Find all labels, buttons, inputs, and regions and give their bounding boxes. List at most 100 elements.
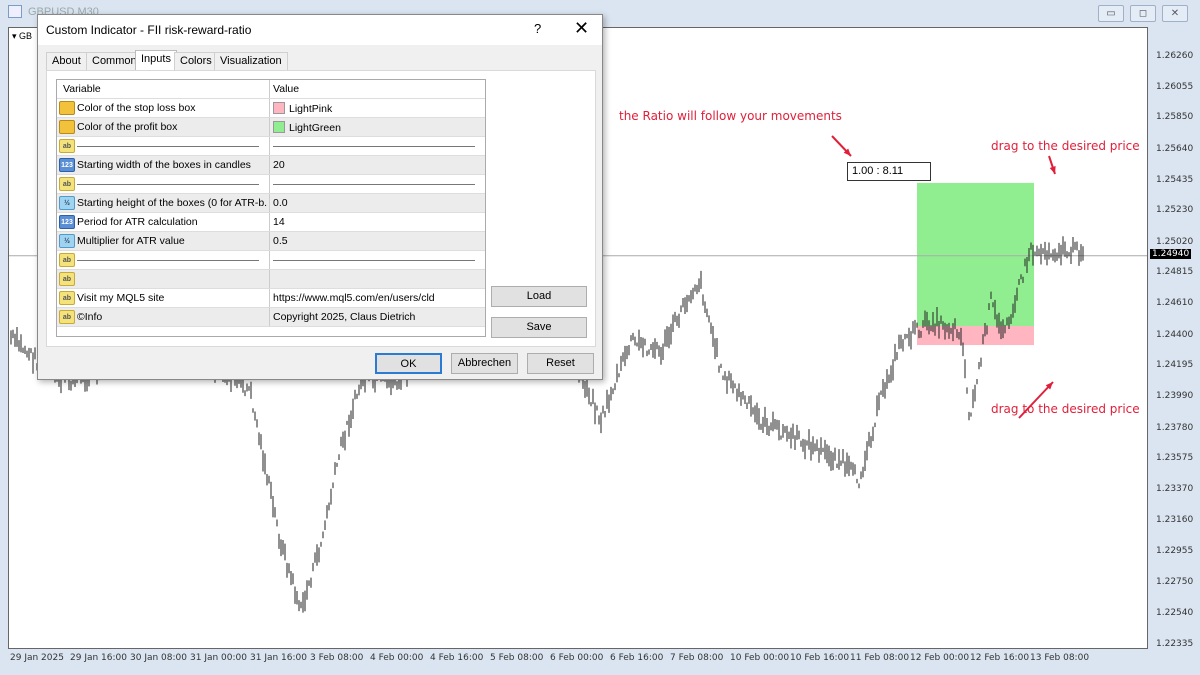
tab-visualization[interactable]: Visualization — [214, 52, 288, 70]
time-tick: 13 Feb 08:00 — [1030, 653, 1090, 663]
price-tick: 1.25640 — [1156, 143, 1194, 154]
color-type-icon — [59, 120, 75, 134]
time-tick: 4 Feb 16:00 — [430, 653, 484, 663]
time-tick: 10 Feb 00:00 — [730, 653, 790, 663]
price-tick: 1.26055 — [1156, 81, 1194, 92]
int-type-icon: 123 — [59, 158, 75, 172]
variable-value[interactable]: 20 — [273, 159, 483, 171]
load-button[interactable]: Load — [491, 286, 587, 307]
time-tick: 5 Feb 08:00 — [490, 653, 544, 663]
time-tick: 7 Feb 08:00 — [670, 653, 724, 663]
value-text: 20 — [273, 159, 285, 171]
close-dialog-button[interactable]: ✕ — [574, 18, 589, 39]
time-tick: 6 Feb 00:00 — [550, 653, 604, 663]
variable-name: ©Info — [77, 311, 103, 323]
inputs-grid: Variable Value Color of the stop loss bo… — [56, 79, 486, 337]
variable-name: Color of the stop loss box — [77, 102, 196, 114]
time-tick: 10 Feb 16:00 — [790, 653, 850, 663]
price-tick: 1.23575 — [1156, 453, 1194, 464]
separator-line — [77, 178, 267, 185]
value-text: https://www.mql5.com/en/users/cld — [273, 292, 435, 304]
drag-bottom-annotation: drag to the desired price — [991, 402, 1140, 416]
price-tick: 1.22750 — [1156, 576, 1194, 587]
cancel-button[interactable]: Abbrechen — [451, 353, 518, 374]
price-tick: 1.25435 — [1156, 174, 1194, 185]
price-tick: 1.25230 — [1156, 205, 1194, 216]
value-text: LightPink — [289, 103, 333, 115]
time-tick: 4 Feb 00:00 — [370, 653, 424, 663]
close-window-button[interactable]: ✕ — [1162, 5, 1188, 22]
price-tick: 1.22955 — [1156, 546, 1194, 557]
price-tick: 1.22540 — [1156, 608, 1194, 619]
input-row[interactable]: ab — [57, 175, 485, 194]
reset-button[interactable]: Reset — [527, 353, 594, 374]
price-tick: 1.24195 — [1156, 360, 1194, 371]
variable-name: Period for ATR calculation — [77, 216, 198, 228]
variable-value[interactable]: Copyright 2025, Claus Dietrich — [273, 311, 483, 323]
price-tick: 1.24815 — [1156, 267, 1194, 278]
input-row[interactable]: ½ Starting height of the boxes (0 for ATR… — [57, 194, 485, 213]
value-text: 14 — [273, 216, 285, 228]
input-row[interactable]: 123 Starting width of the boxes in candle… — [57, 156, 485, 175]
input-row[interactable]: ½ Multiplier for ATR value 0.5 — [57, 232, 485, 251]
ratio-label: 1.00 : 8.11 — [847, 162, 931, 181]
time-tick: 11 Feb 08:00 — [850, 653, 910, 663]
variable-value[interactable]: LightPink — [273, 102, 483, 115]
input-row[interactable]: ab ©Info Copyright 2025, Claus Dietrich — [57, 308, 485, 327]
current-price-label: 1.24940 — [1150, 248, 1192, 259]
price-tick: 1.25020 — [1156, 236, 1194, 247]
time-tick: 12 Feb 16:00 — [970, 653, 1030, 663]
input-row[interactable]: ab — [57, 270, 485, 289]
color-type-icon — [59, 101, 75, 115]
separator-line — [273, 140, 483, 147]
input-row[interactable]: ab Visit my MQL5 site https://www.mql5.com… — [57, 289, 485, 308]
variable-name: Visit my MQL5 site — [77, 292, 165, 304]
column-value: Value — [273, 83, 300, 95]
variable-value[interactable]: LightGreen — [273, 121, 483, 134]
variable-value[interactable]: https://www.mql5.com/en/users/cld — [273, 292, 483, 304]
save-button[interactable]: Save — [491, 317, 587, 338]
ratio-hint-annotation: the Ratio will follow your movements — [619, 109, 842, 123]
input-row[interactable]: ab — [57, 137, 485, 156]
time-tick: 12 Feb 00:00 — [910, 653, 970, 663]
variable-value[interactable]: 0.0 — [273, 197, 483, 209]
separator-line — [77, 254, 267, 261]
tab-colors[interactable]: Colors — [174, 52, 218, 70]
value-text: 0.0 — [273, 197, 288, 209]
input-row[interactable]: 123 Period for ATR calculation 14 — [57, 213, 485, 232]
help-button[interactable]: ? — [534, 21, 541, 36]
price-tick: 1.24610 — [1156, 298, 1194, 309]
dialog-title-bar[interactable]: Custom Indicator - FII risk-reward-ratio… — [38, 15, 602, 45]
minimize-button[interactable]: ▭ — [1098, 5, 1124, 22]
variable-value[interactable]: 0.5 — [273, 235, 483, 247]
time-tick: 29 Jan 2025 — [10, 653, 64, 663]
ok-button[interactable]: OK — [375, 353, 442, 374]
separator-line — [273, 178, 483, 185]
dialog-title: Custom Indicator - FII risk-reward-ratio — [46, 23, 252, 37]
string-type-icon: ab — [59, 139, 75, 153]
inputs-panel: Variable Value Color of the stop loss bo… — [46, 70, 596, 347]
color-swatch — [273, 121, 285, 133]
grid-header: Variable Value — [57, 80, 485, 99]
variable-name: Starting height of the boxes (0 for ATR-… — [77, 197, 267, 209]
tab-inputs[interactable]: Inputs — [135, 50, 177, 71]
time-tick: 29 Jan 16:00 — [70, 653, 127, 663]
string-type-icon: ab — [59, 177, 75, 191]
maximize-button[interactable]: ◻ — [1130, 5, 1156, 22]
price-tick: 1.23160 — [1156, 515, 1194, 526]
price-tick: 1.24400 — [1156, 329, 1194, 340]
variable-name: Multiplier for ATR value — [77, 235, 185, 247]
column-variable: Variable — [63, 83, 101, 95]
tab-about[interactable]: About — [46, 52, 87, 70]
input-row[interactable]: ab — [57, 251, 485, 270]
variable-value[interactable]: 14 — [273, 216, 483, 228]
time-tick: 31 Jan 00:00 — [190, 653, 247, 663]
value-text: 0.5 — [273, 235, 288, 247]
price-tick: 1.23780 — [1156, 422, 1194, 433]
variable-name: Color of the profit box — [77, 121, 178, 133]
arrow-head-icon — [1049, 166, 1056, 174]
input-row[interactable]: Color of the stop loss box LightPink — [57, 99, 485, 118]
separator-line — [77, 140, 267, 147]
input-row[interactable]: Color of the profit box LightGreen — [57, 118, 485, 137]
time-tick: 31 Jan 16:00 — [250, 653, 307, 663]
